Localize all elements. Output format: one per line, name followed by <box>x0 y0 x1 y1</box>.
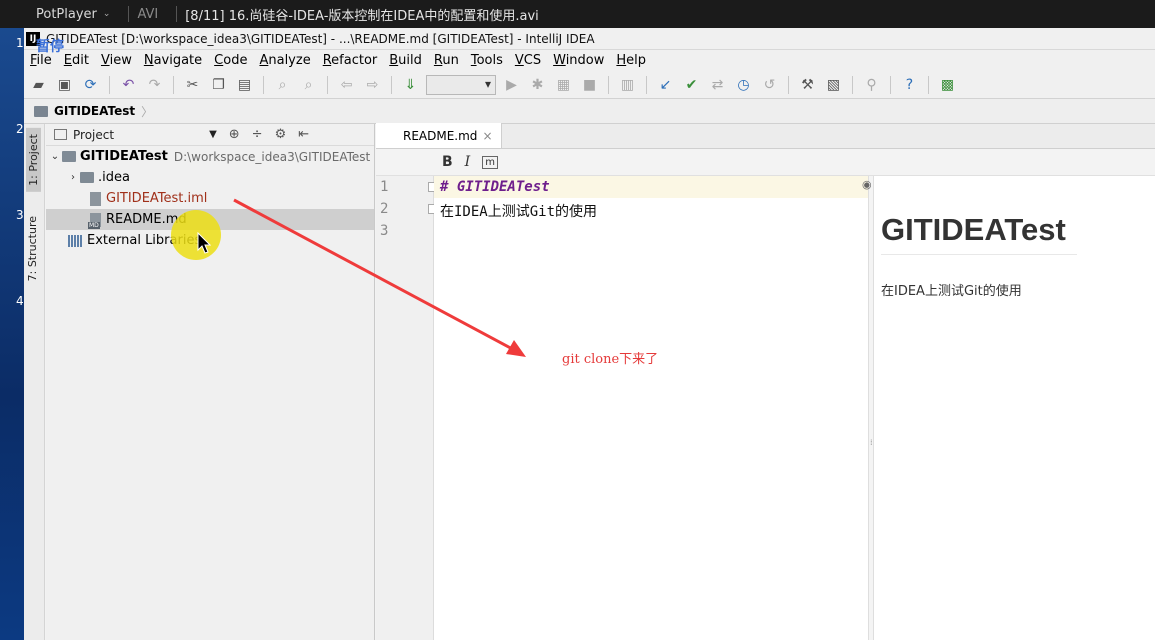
annotation-arrow <box>233 198 526 357</box>
mouse-cursor-icon <box>197 232 211 254</box>
annotation-text: git clone下来了 <box>562 352 659 367</box>
cursor-highlight <box>171 210 221 260</box>
